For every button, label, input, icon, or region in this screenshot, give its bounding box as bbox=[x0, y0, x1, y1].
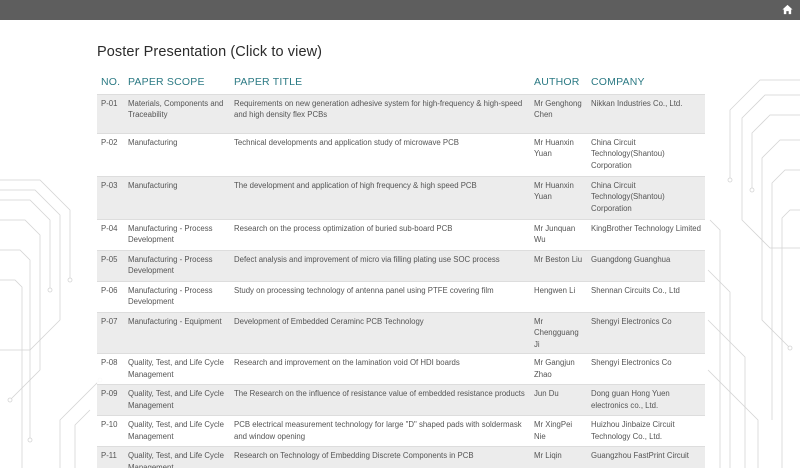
paper-scope: Manufacturing bbox=[124, 175, 230, 219]
paper-author: Mr Beston Liu bbox=[530, 249, 587, 281]
table-row[interactable]: P-10 Quality, Test, and Life Cycle Manage… bbox=[97, 415, 705, 447]
paper-scope: Quality, Test, and Life Cycle Management bbox=[124, 415, 230, 447]
header-paper-scope: PAPER SCOPE bbox=[128, 76, 205, 89]
paper-title: Requirements on new generation adhesive … bbox=[230, 93, 530, 133]
paper-no: P-03 bbox=[97, 175, 124, 219]
paper-no: P-06 bbox=[97, 280, 124, 312]
paper-scope: Materials, Components and Traceability bbox=[124, 93, 230, 133]
header-author: AUTHOR bbox=[534, 76, 580, 89]
paper-no: P-11 bbox=[97, 446, 124, 468]
paper-company: Shengyi Electronics Co bbox=[587, 353, 705, 385]
paper-company: China Circuit Technology(Shantou) Corpor… bbox=[587, 175, 705, 219]
header-paper-title: PAPER TITLE bbox=[234, 76, 303, 89]
header-company: COMPANY bbox=[591, 76, 645, 89]
paper-company: Nikkan Industries Co., Ltd. bbox=[587, 93, 705, 133]
table-row[interactable]: P-09 Quality, Test, and Life Cycle Manage… bbox=[97, 384, 705, 416]
paper-author: Mr Gangjun Zhao bbox=[530, 353, 587, 385]
paper-title: Development of Embedded Ceraminc PCB Tec… bbox=[230, 311, 530, 354]
paper-scope: Manufacturing - Process Development bbox=[124, 218, 230, 250]
paper-scope: Manufacturing - Process Development bbox=[124, 280, 230, 312]
header-no: NO. bbox=[101, 76, 121, 89]
table-header-row: NO. PAPER SCOPE PAPER TITLE AUTHOR COMPA… bbox=[97, 71, 705, 94]
table-row[interactable]: P-05 Manufacturing - Process Development D… bbox=[97, 249, 705, 281]
paper-company: China Circuit Technology(Shantou) Corpor… bbox=[587, 132, 705, 176]
paper-no: P-04 bbox=[97, 218, 124, 250]
paper-author: Hengwen Li bbox=[530, 280, 587, 312]
paper-scope: Manufacturing bbox=[124, 132, 230, 176]
home-icon[interactable] bbox=[782, 4, 793, 15]
table-row[interactable]: P-11 Quality, Test, and Life Cycle Manage… bbox=[97, 446, 705, 468]
paper-company: Guangzhou FastPrint Circuit bbox=[587, 446, 705, 468]
paper-scope: Manufacturing - Equipment bbox=[124, 311, 230, 354]
table-row[interactable]: P-02 Manufacturing Technical developments … bbox=[97, 132, 705, 176]
paper-company: Shengyi Electronics Co bbox=[587, 311, 705, 354]
paper-author: Mr Liqin bbox=[530, 446, 587, 468]
table-row[interactable]: P-04 Manufacturing - Process Development R… bbox=[97, 218, 705, 250]
paper-title: Study on processing technology of antenn… bbox=[230, 280, 530, 312]
paper-author: Mr Genghong Chen bbox=[530, 93, 587, 133]
paper-company: Guangdong Guanghua bbox=[587, 249, 705, 281]
paper-no: P-09 bbox=[97, 384, 124, 416]
paper-title: Technical developments and application s… bbox=[230, 132, 530, 176]
paper-title: Research and improvement on the laminati… bbox=[230, 353, 530, 385]
paper-no: P-07 bbox=[97, 311, 124, 354]
paper-title: Research on the process optimization of … bbox=[230, 218, 530, 250]
table-row[interactable]: P-03 Manufacturing The development and app… bbox=[97, 175, 705, 219]
paper-no: P-02 bbox=[97, 132, 124, 176]
table-row[interactable]: P-07 Manufacturing - Equipment Development… bbox=[97, 311, 705, 354]
poster-table: NO. PAPER SCOPE PAPER TITLE AUTHOR COMPA… bbox=[97, 71, 705, 468]
paper-no: P-10 bbox=[97, 415, 124, 447]
paper-company: Dong guan Hong Yuen electronics co., Ltd… bbox=[587, 384, 705, 416]
paper-author: Mr XingPei Nie bbox=[530, 415, 587, 447]
paper-title: The development and application of high … bbox=[230, 175, 530, 219]
table-row[interactable]: P-06 Manufacturing - Process Development S… bbox=[97, 280, 705, 312]
paper-title: PCB electrical measurement technology fo… bbox=[230, 415, 530, 447]
paper-scope: Manufacturing - Process Development bbox=[124, 249, 230, 281]
table-row[interactable]: P-01 Materials, Components and Traceabili… bbox=[97, 93, 705, 133]
paper-author: Jun Du bbox=[530, 384, 587, 416]
paper-scope: Quality, Test, and Life Cycle Management bbox=[124, 384, 230, 416]
paper-author: Mr Huanxin Yuan bbox=[530, 132, 587, 176]
paper-no: P-01 bbox=[97, 93, 124, 133]
paper-author: Mr Chengguang Ji bbox=[530, 311, 587, 354]
paper-scope: Quality, Test, and Life Cycle Management bbox=[124, 353, 230, 385]
paper-company: KingBrother Technology Limited bbox=[587, 218, 705, 250]
main-content: Poster Presentation (Click to view) NO. … bbox=[97, 20, 707, 468]
table-row[interactable]: P-08 Quality, Test, and Life Cycle Manage… bbox=[97, 353, 705, 385]
paper-title: The Research on the influence of resista… bbox=[230, 384, 530, 416]
paper-no: P-05 bbox=[97, 249, 124, 281]
page-title: Poster Presentation (Click to view) bbox=[97, 44, 323, 60]
paper-title: Defect analysis and improvement of micro… bbox=[230, 249, 530, 281]
paper-author: Mr Huanxin Yuan bbox=[530, 175, 587, 219]
paper-company: Shennan Circuits Co., Ltd bbox=[587, 280, 705, 312]
paper-author: Mr Junquan Wu bbox=[530, 218, 587, 250]
paper-scope: Quality, Test, and Life Cycle Management bbox=[124, 446, 230, 468]
paper-no: P-08 bbox=[97, 353, 124, 385]
paper-company: Huizhou Jinbaize Circuit Technology Co.,… bbox=[587, 415, 705, 447]
top-bar bbox=[0, 0, 800, 20]
paper-title: Research on Technology of Embedding Disc… bbox=[230, 446, 530, 468]
